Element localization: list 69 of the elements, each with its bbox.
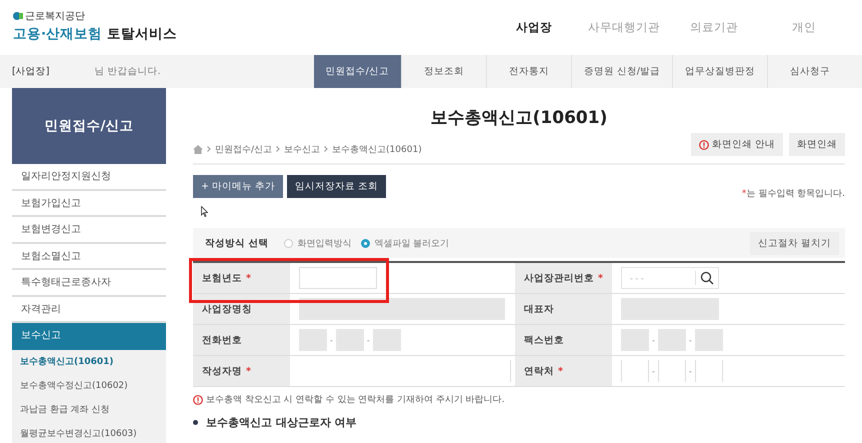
print-button[interactable]: 화면인쇄 xyxy=(789,133,845,156)
sidebar-subitem[interactable]: 보수총액신고(10601) xyxy=(12,350,166,374)
sidebar-item[interactable]: 보험가입신고 xyxy=(12,190,166,217)
dash-separator: - xyxy=(688,336,692,344)
expand-procedure-button[interactable]: 신고절차 펼치기 xyxy=(750,232,839,254)
required-mark: * xyxy=(558,366,563,376)
sidebar-subitem[interactable]: 월평균보수변경신고(10603) xyxy=(12,422,166,443)
note-text: 보수총액 착오신고 시 연락할 수 있는 연락처를 기재하여 주시기 바랍니다. xyxy=(206,394,505,406)
cursor-icon xyxy=(201,206,208,217)
sidebar-item[interactable]: 자격관리 xyxy=(12,296,166,323)
user-type: [사업장] xyxy=(12,65,50,78)
required-mark: * xyxy=(246,272,251,284)
input-field[interactable] xyxy=(299,267,377,289)
dash-separator: - xyxy=(330,336,333,344)
radio-button[interactable] xyxy=(361,238,370,248)
breadcrumb-link[interactable]: 민원접수/신고 xyxy=(215,143,272,156)
sidebar-subitem[interactable]: 과납금 환급 계좌 신청 xyxy=(12,398,166,422)
menu-tab[interactable]: 증명원 신청/발급 xyxy=(570,55,672,88)
organization-name: 근로복지공단 xyxy=(25,10,85,22)
sidebar-item[interactable]: 보험소멸신고 xyxy=(12,244,166,270)
required-mark: * xyxy=(246,366,251,376)
dash-separator: - xyxy=(652,336,655,344)
chevron-icon xyxy=(324,144,328,154)
sidebar-title: 민원접수/신고 xyxy=(12,88,166,164)
bullet-icon xyxy=(193,420,198,425)
home-icon[interactable] xyxy=(193,145,203,154)
chevron-icon xyxy=(207,144,211,154)
breadcrumb-link[interactable]: 보수총액신고(10601) xyxy=(332,143,422,156)
radio-button[interactable] xyxy=(284,238,294,248)
page-title: 보수총액신고(10601) xyxy=(430,107,608,129)
top-nav-link[interactable]: 사업장 xyxy=(489,20,579,35)
sidebar-subitem[interactable]: 보수총액수정신고(10602) xyxy=(12,374,166,398)
method-radio[interactable]: 화면입력방식 xyxy=(284,236,352,250)
alert-icon xyxy=(193,394,203,404)
field-label: 팩스번호 xyxy=(515,325,612,356)
menu-tab[interactable]: 정보조회 xyxy=(400,55,486,88)
section-heading: 보수총액신고 대상근로자 여부 xyxy=(206,415,357,430)
field-label: 작성자명 * xyxy=(193,356,290,387)
field-label: 사업장명칭 xyxy=(193,294,290,325)
greeting-text: 님 반갑습니다. xyxy=(94,65,160,78)
breadcrumb-link[interactable]: 보수신고 xyxy=(284,143,320,156)
menu-tab[interactable]: 민원접수/신고 xyxy=(314,55,401,88)
menu-tab[interactable]: 전자통지 xyxy=(486,55,571,88)
menu-tab[interactable]: 업무상질병판정 xyxy=(672,55,767,88)
menu-tab[interactable]: 심사청구 xyxy=(767,55,852,88)
service-subtitle: 토탈서비스 xyxy=(107,24,178,42)
required-mark: * xyxy=(598,272,603,284)
add-menu-button[interactable]: + 마이메뉴 추가 xyxy=(193,175,283,198)
field-label: 전화번호 xyxy=(193,325,290,356)
required-note: *는 필수입력 항목입니다. xyxy=(742,188,845,200)
field-label: 사업장관리번호 * xyxy=(515,263,612,294)
sidebar-item[interactable]: 일자리안정지원신청 xyxy=(12,164,166,190)
dash-separator: - xyxy=(688,366,692,376)
service-title: 고용·산재보험 xyxy=(13,24,102,42)
method-radio[interactable]: 엑셀파일 불러오기 xyxy=(361,236,450,250)
field-label: 대표자 xyxy=(515,294,612,325)
sidebar-item[interactable]: 특수형태근로종사자 xyxy=(12,270,166,296)
logo-icon xyxy=(13,10,23,20)
method-label: 작성방식 선택 xyxy=(205,236,268,250)
temp-data-button[interactable]: 임시저장자료 조회 xyxy=(287,175,386,198)
sidebar-item[interactable]: 보수신고 xyxy=(12,323,166,350)
dash-separator: - xyxy=(366,336,370,344)
chevron-icon xyxy=(276,144,280,154)
dash-separator: - xyxy=(652,366,655,376)
sidebar-item[interactable]: 보험변경신고 xyxy=(12,217,166,244)
print-guide-button[interactable]: 화면인쇄 안내 xyxy=(690,133,783,156)
field-label: 연락처 * xyxy=(515,356,612,387)
alert-icon xyxy=(698,140,709,150)
field-label: 보험년도 * xyxy=(193,263,290,294)
